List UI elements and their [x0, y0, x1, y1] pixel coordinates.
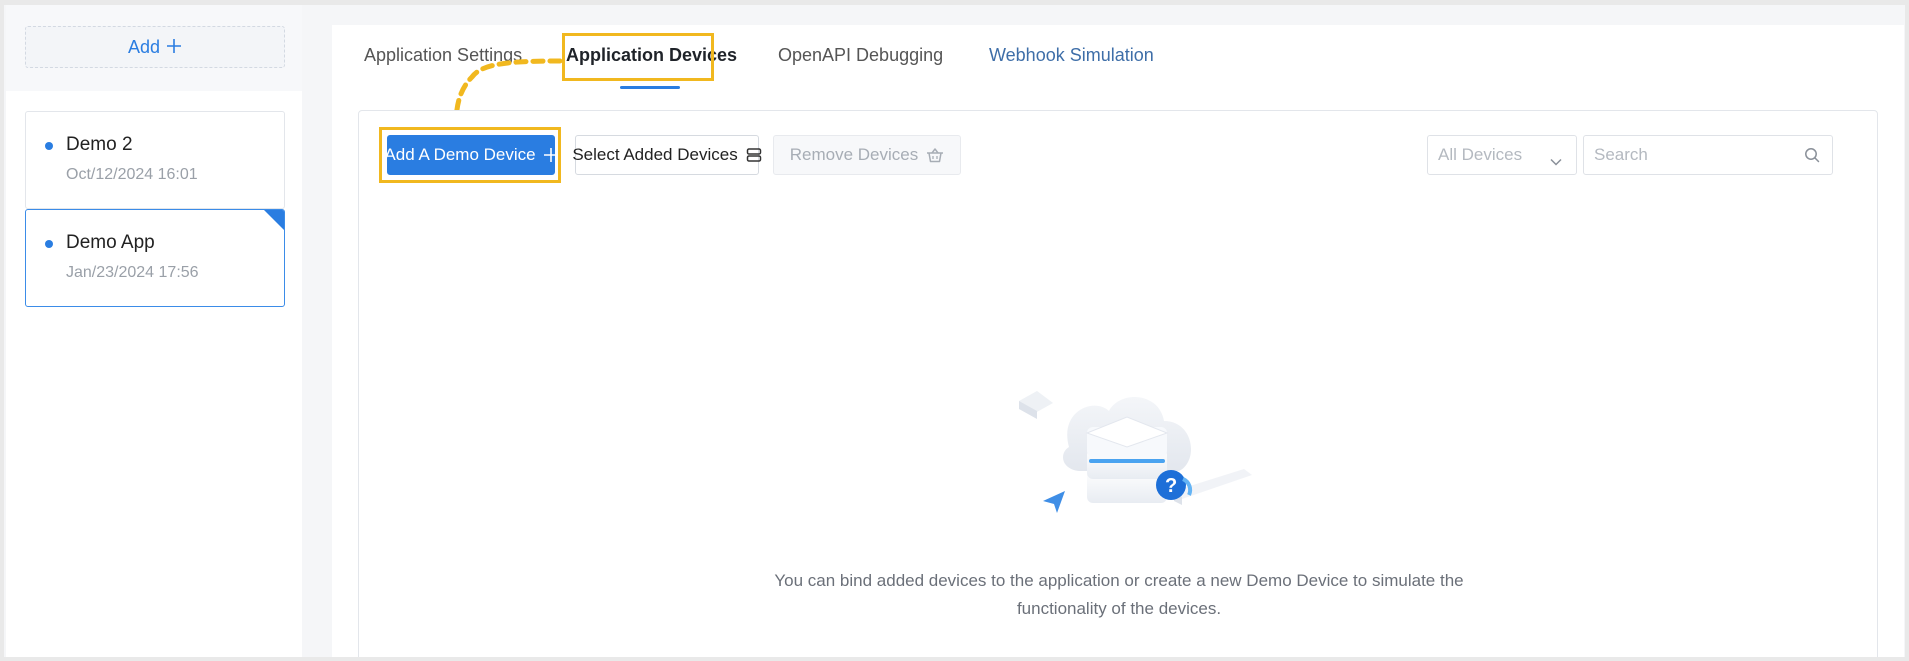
device-search [1583, 135, 1833, 175]
main-panel: Application Settings Application Devices… [332, 25, 1904, 657]
status-dot [45, 240, 53, 248]
devices-panel: Add A Demo Device Select Added Devices R… [358, 110, 1878, 657]
select-added-devices-button[interactable]: Select Added Devices [572, 135, 762, 175]
selected-corner-marker [264, 210, 284, 230]
plus-icon [166, 36, 182, 58]
tab-openapi-debugging[interactable]: OpenAPI Debugging [778, 45, 943, 66]
status-dot [45, 142, 53, 150]
app-name: Demo App [66, 232, 155, 253]
search-icon[interactable] [1804, 147, 1820, 168]
app-card-demo-2[interactable]: Demo 2 Oct/12/2024 16:01 [25, 111, 285, 209]
add-app-button[interactable]: Add [25, 26, 285, 68]
add-demo-device-button[interactable]: Add A Demo Device [384, 135, 558, 175]
app-list: Demo 2 Oct/12/2024 16:01 Demo App Jan/23… [6, 91, 302, 657]
chevron-down-icon [1550, 151, 1562, 171]
add-app-label: Add [127, 36, 161, 57]
add-demo-device-label: Add A Demo Device [384, 145, 536, 164]
app-date: Oct/12/2024 16:01 [66, 166, 198, 183]
search-input[interactable] [1594, 145, 1794, 165]
device-list-icon [746, 147, 762, 163]
sidebar-header: Add [6, 5, 302, 91]
remove-devices-label: Remove Devices [789, 145, 919, 164]
app-name: Demo 2 [66, 134, 133, 155]
select-added-devices-label: Select Added Devices [572, 145, 738, 164]
svg-text:?: ? [1165, 475, 1177, 497]
empty-state-message: You can bind added devices to the applic… [774, 571, 1464, 618]
tab-webhook-simulation[interactable]: Webhook Simulation [989, 45, 1154, 66]
app-window: Add Demo 2 Oct/12/2024 16:01 Demo App Ja… [0, 0, 1909, 661]
trash-basket-icon [926, 147, 944, 163]
device-filter-value: All Devices [1438, 145, 1523, 164]
remove-devices-button[interactable]: Remove Devices [773, 135, 961, 175]
plus-icon [543, 148, 558, 162]
app-sidebar: Add Demo 2 Oct/12/2024 16:01 Demo App Ja… [6, 5, 302, 657]
app-card-demo-app[interactable]: Demo App Jan/23/2024 17:56 [25, 209, 285, 307]
empty-devices-illustration: ? [1019, 391, 1252, 513]
app-date: Jan/23/2024 17:56 [66, 264, 199, 281]
device-filter-select[interactable]: All Devices [1427, 135, 1577, 175]
